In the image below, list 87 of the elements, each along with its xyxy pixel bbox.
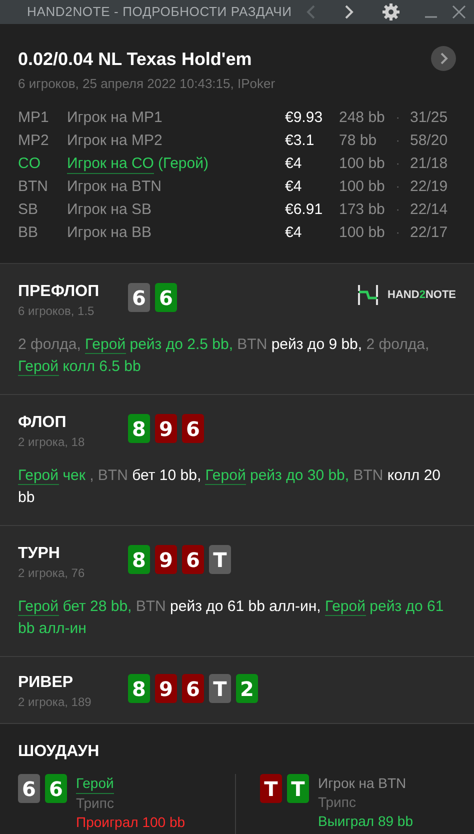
playing-card: 8 — [128, 674, 150, 703]
street-info: 2 игрока, 189 — [18, 694, 92, 711]
playing-card: 6 — [182, 674, 204, 703]
playing-card: 6 — [182, 414, 204, 443]
stack-bb: 100 bb — [339, 177, 386, 198]
position-label: SB — [18, 200, 40, 220]
player-stats: 22/17 — [410, 223, 448, 244]
player-stats: 22/14 — [410, 200, 448, 220]
position-label: BTN — [18, 177, 49, 198]
playing-card: 6 — [18, 774, 40, 803]
separator-dot: · — [396, 157, 401, 172]
hero-link[interactable]: Герой — [18, 467, 59, 485]
stack-amount: €4 — [285, 223, 303, 244]
street-info: 2 игрока, 18 — [18, 434, 86, 451]
playing-card: 8 — [128, 545, 150, 574]
player-link[interactable]: Герой — [76, 774, 114, 794]
result-text: Выиграл 89 bb — [318, 812, 413, 831]
playing-card: 6 — [155, 283, 177, 312]
separator-dot: · — [396, 226, 401, 242]
player-name: Игрок на BTN — [67, 177, 162, 198]
stack-amount: €4 — [285, 177, 303, 198]
playing-card: 2 — [236, 674, 258, 703]
next-button-icon[interactable] — [431, 46, 456, 70]
action-summary: Герой чек , BTN бет 10 bb, Герой рейз до 30 bb, BTN колл 20 bb — [18, 466, 442, 508]
playing-card: T — [287, 774, 309, 803]
street-title: РИВЕР — [18, 673, 74, 693]
stack-amount: €4 — [285, 154, 303, 174]
close-icon[interactable] — [452, 4, 466, 19]
stack-bb: 100 bb — [339, 223, 386, 244]
playing-card: 9 — [155, 545, 177, 574]
playing-card: 6 — [128, 283, 150, 312]
forward-icon[interactable] — [344, 4, 354, 19]
stack-amount: €6.91 — [285, 200, 324, 220]
playing-card: T — [260, 774, 282, 803]
player-name: Игрок на BB — [67, 223, 152, 244]
playing-card: 6 — [182, 545, 204, 574]
playing-card: 6 — [45, 774, 67, 803]
player-stats: 31/25 — [410, 108, 448, 128]
hero-link[interactable]: Герой — [85, 336, 126, 354]
stack-bb: 100 bb — [339, 154, 386, 174]
hand-rank: Трипс — [318, 793, 357, 812]
playing-card: 8 — [128, 414, 150, 443]
player-name: Игрок на SB — [67, 200, 152, 220]
position-label: CO — [18, 154, 42, 174]
player-link[interactable]: Игрок на CO — [67, 155, 154, 174]
separator-dot: · — [396, 203, 401, 218]
player-name: Игрок на BTN — [318, 774, 406, 793]
street-title: ФЛОП — [18, 413, 68, 433]
hero-link[interactable]: Герой — [18, 358, 59, 376]
stack-bb: 248 bb — [339, 108, 386, 128]
position-label: BB — [18, 223, 40, 244]
hand-rank: Трипс — [76, 794, 115, 813]
action-summary: Герой бет 28 bb, BTN рейз до 61 bb алл-ин, Герой рейз до 61 bb алл-ин — [18, 597, 445, 639]
separator-dot: · — [396, 134, 401, 150]
hero-link[interactable]: Герой — [324, 598, 366, 616]
playing-card: T — [209, 545, 231, 574]
hand2note-logo: HAND2NOTE — [356, 284, 456, 306]
street-info: 6 игроков, 1.5 — [18, 303, 96, 320]
position-label: MP1 — [18, 108, 50, 128]
hand-title: 0.02/0.04 NL Texas Hold'em — [18, 48, 253, 70]
hero-link[interactable]: Герой — [18, 598, 59, 616]
stack-bb: 173 bb — [339, 200, 386, 220]
playing-card: 9 — [155, 674, 177, 703]
separator-dot: · — [396, 180, 401, 196]
showdown-title: ШОУДАУН — [18, 742, 100, 762]
player-stats: 21/18 — [410, 154, 448, 174]
street-title: ТУРН — [18, 544, 61, 564]
street-title: ПРЕФЛОП — [18, 282, 100, 302]
hero-label: (Герой) — [158, 154, 208, 174]
player-name: Игрок на MP2 — [67, 131, 162, 152]
playing-card: 9 — [155, 414, 177, 443]
settings-icon[interactable] — [382, 2, 400, 21]
stack-bb: 78 bb — [339, 131, 378, 152]
stack-amount: €3.1 — [285, 131, 316, 152]
window-title: HAND2NOTE - ПОДРОБНОСТИ РАЗДАЧИ — [27, 3, 292, 21]
stack-amount: €9.93 — [285, 108, 324, 128]
result-text: Проиграл 100 bb — [76, 813, 186, 832]
position-label: MP2 — [18, 131, 50, 152]
hand-subtitle: 6 игроков, 25 апреля 2022 10:43:15, IPoker — [18, 74, 276, 93]
playing-card: T — [209, 674, 231, 703]
player-stats: 22/19 — [410, 177, 448, 198]
separator-dot: · — [396, 111, 401, 126]
player-name: Игрок на MP1 — [67, 108, 162, 128]
street-info: 2 игрока, 76 — [18, 565, 86, 582]
player-stats: 58/20 — [410, 131, 448, 152]
action-summary: 2 фолда, Герой рейз до 2.5 bb, BTN рейз до 9 bb, 2 фолда, Герой колл 6.5 bb — [18, 335, 430, 378]
hero-link[interactable]: Герой — [205, 467, 246, 485]
